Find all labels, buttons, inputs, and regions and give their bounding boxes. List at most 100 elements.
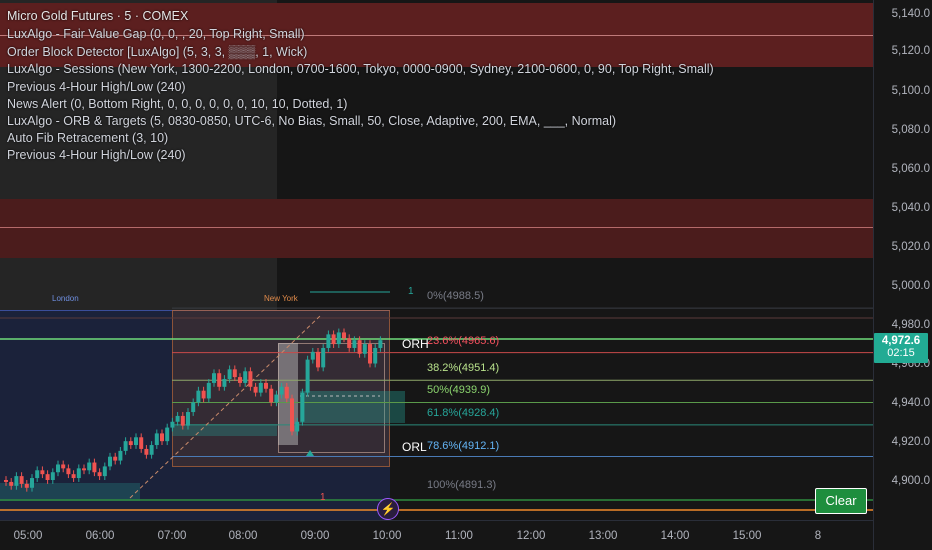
- fib-label-50: 50%(4939.9): [427, 384, 490, 396]
- candle-body: [290, 398, 294, 432]
- fib-label-100: 100%(4891.3): [427, 479, 497, 491]
- time-tick: 05:00: [13, 530, 43, 542]
- time-axis[interactable]: 05:00 06:00 07:00 08:00 09:00 10:00 11:0…: [0, 520, 873, 550]
- price-tick: 4,940.0: [891, 397, 930, 409]
- time-tick: 8: [814, 530, 822, 542]
- candle-body: [258, 382, 263, 393]
- candle-body: [14, 476, 19, 486]
- time-tick: 15:00: [732, 530, 762, 542]
- fib-label-61-8: 61.8%(4928.4): [427, 407, 500, 419]
- candle-body: [165, 427, 170, 442]
- indicator-fvg[interactable]: LuxAlgo - Fair Value Gap (0, 0, , 20, To…: [7, 27, 305, 41]
- candle-body: [378, 340, 383, 348]
- lightning-icon[interactable]: ⚡: [377, 498, 399, 520]
- time-tick: 06:00: [85, 530, 115, 542]
- orb-high-label: ORH: [402, 337, 429, 351]
- last-price-value: 4,972.6: [881, 335, 921, 347]
- candle-body: [227, 369, 232, 380]
- candle-body: [336, 332, 341, 345]
- price-tick: 5,000.0: [891, 280, 930, 292]
- candle-body: [279, 386, 284, 395]
- candle-body: [71, 474, 76, 479]
- bottom-marker-count: 1: [320, 492, 326, 503]
- candle-body: [196, 390, 201, 403]
- candle-body: [9, 481, 14, 486]
- candle-body: [82, 468, 86, 471]
- chart-pane[interactable]: London New York 0%(4988.5) 23.6%(4965.6)…: [0, 0, 873, 520]
- candle-body: [362, 344, 367, 354]
- candle-body: [212, 373, 216, 383]
- candle-body: [253, 386, 258, 393]
- candle-body: [4, 480, 8, 482]
- candle-body: [102, 466, 107, 477]
- candle-body: [175, 415, 180, 422]
- price-tick: 5,140.0: [891, 8, 930, 20]
- candle-body: [274, 394, 279, 403]
- candle-body: [284, 386, 289, 399]
- bar-countdown: 02:15: [887, 347, 915, 359]
- indicator-prev-4h-1[interactable]: Previous 4-Hour High/Low (240): [7, 80, 186, 94]
- time-tick: 09:00: [300, 530, 330, 542]
- fib-label-23-6: 23.6%(4965.6): [427, 335, 500, 347]
- candle-body: [170, 421, 175, 428]
- candle-body: [66, 468, 71, 475]
- candle-body: [134, 437, 138, 446]
- candle-body: [113, 456, 118, 461]
- candle-body: [248, 371, 253, 387]
- candle-body: [368, 344, 372, 364]
- candle-body: [326, 334, 331, 348]
- price-tick: 4,980.0: [891, 319, 930, 331]
- price-tick: 5,100.0: [891, 85, 930, 97]
- indicator-prev-4h-2[interactable]: Previous 4-Hour High/Low (240): [7, 148, 186, 162]
- candle-body: [56, 464, 60, 473]
- price-axis[interactable]: 5,140.0 5,120.0 5,100.0 5,080.0 5,060.0 …: [873, 0, 932, 550]
- price-tick: 5,120.0: [891, 45, 930, 57]
- candle-body: [217, 373, 222, 387]
- candle-body: [118, 450, 123, 461]
- candle-body: [264, 382, 268, 389]
- candle-body: [160, 433, 164, 442]
- candle-body: [352, 340, 357, 348]
- candle-body: [97, 472, 102, 477]
- candle-body: [61, 464, 66, 469]
- indicator-auto-fib[interactable]: Auto Fib Retracement (3, 10): [7, 131, 168, 145]
- time-tick: 12:00: [516, 530, 546, 542]
- candle-body: [92, 462, 97, 473]
- candle-body: [316, 351, 320, 368]
- candle-body: [50, 472, 55, 480]
- time-tick: 11:00: [445, 530, 473, 542]
- candle-body: [305, 359, 310, 393]
- clear-button[interactable]: Clear: [815, 488, 867, 514]
- candle-body: [269, 388, 274, 403]
- candle-body: [76, 468, 81, 479]
- indicator-orb-targets[interactable]: LuxAlgo - ORB & Targets (5, 0830-0850, U…: [7, 114, 616, 128]
- candle-body: [144, 448, 149, 455]
- last-price-badge: 4,972.6 02:15: [874, 333, 928, 363]
- candle-body: [295, 421, 300, 432]
- candle-body: [128, 441, 133, 446]
- candle-body: [40, 470, 45, 475]
- fib-label-38-2: 38.2%(4951.4): [427, 362, 500, 374]
- candle-body: [24, 483, 29, 488]
- indicator-news-alert[interactable]: News Alert (0, Bottom Right, 0, 0, 0, 0,…: [7, 97, 347, 111]
- candle-body: [201, 390, 206, 399]
- time-tick: 07:00: [157, 530, 187, 542]
- indicator-order-block[interactable]: Order Block Detector [LuxAlgo] (5, 3, 3,…: [7, 45, 307, 59]
- candle-body: [232, 369, 237, 378]
- indicator-sessions[interactable]: LuxAlgo - Sessions (New York, 1300-2200,…: [7, 62, 714, 76]
- symbol-title[interactable]: Micro Gold Futures · 5 · COMEX: [7, 9, 188, 23]
- trading-chart-window: London New York 0%(4988.5) 23.6%(4965.6)…: [0, 0, 932, 550]
- fib-label-0: 0%(4988.5): [427, 290, 484, 302]
- candle-body: [45, 474, 50, 480]
- candle-body: [222, 379, 227, 387]
- time-tick: 13:00: [588, 530, 618, 542]
- candle-body: [139, 437, 144, 449]
- candle-body: [206, 382, 211, 399]
- candle-body: [238, 377, 242, 383]
- candle-body: [357, 340, 362, 354]
- candle-body: [19, 476, 24, 484]
- candle-body: [373, 347, 378, 364]
- candle-body: [186, 412, 190, 426]
- candle-body: [154, 433, 159, 446]
- top-marker-count: 1: [408, 286, 414, 297]
